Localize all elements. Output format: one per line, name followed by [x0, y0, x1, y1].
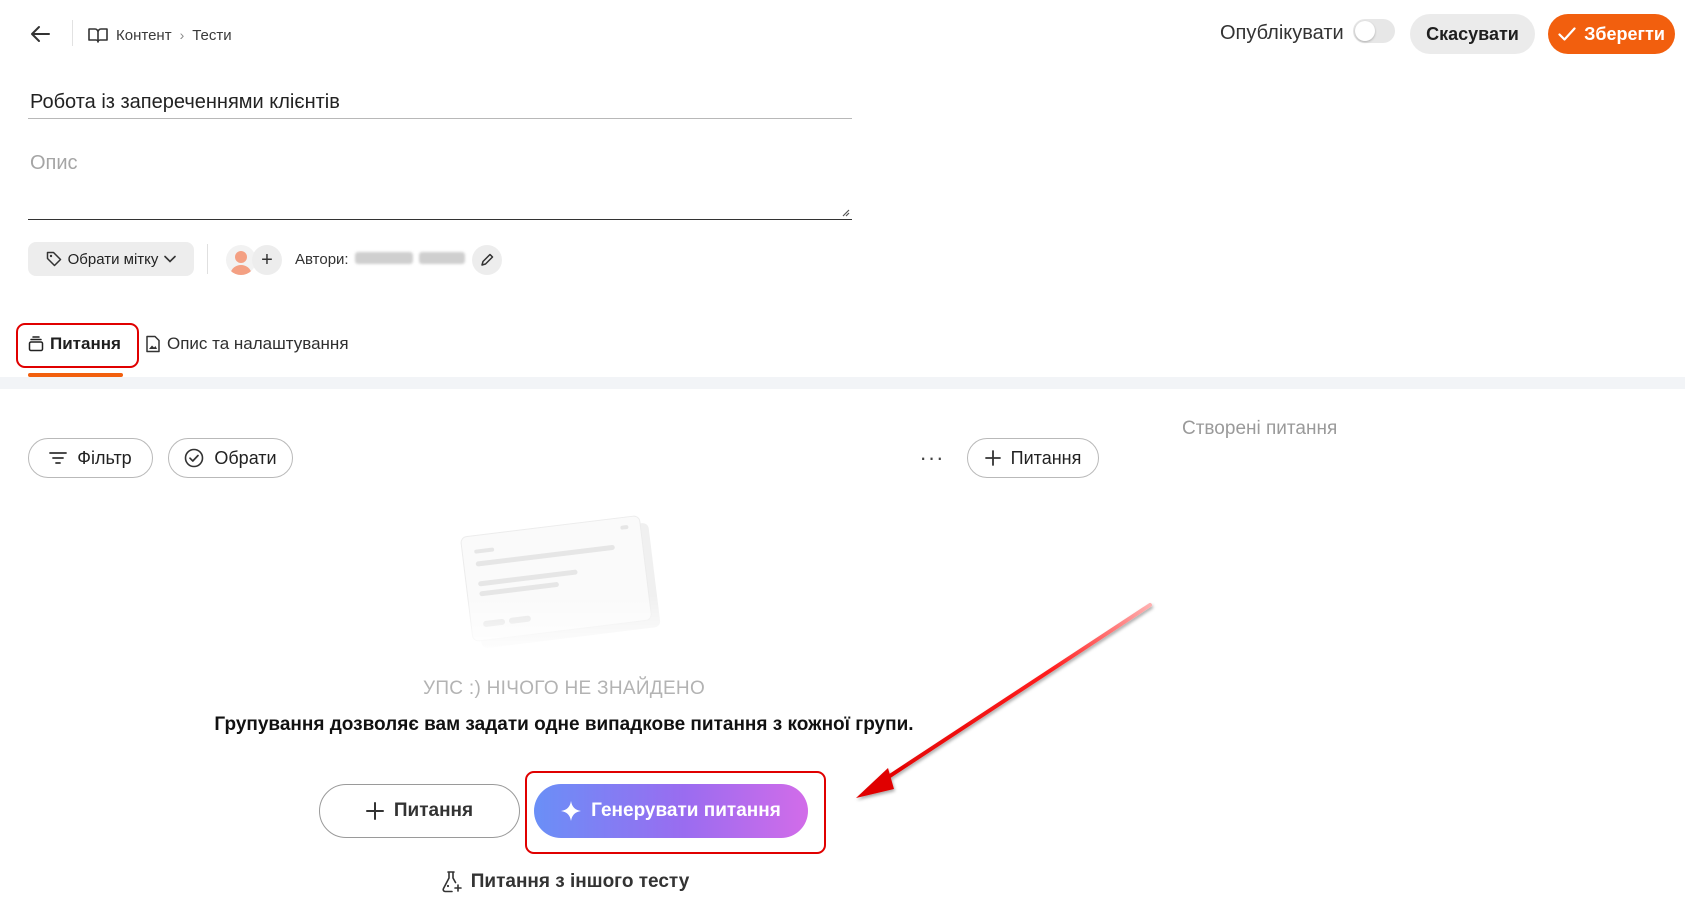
highlight-box-questions-tab: [16, 323, 139, 368]
toggle-knob: [1355, 21, 1375, 41]
select-button[interactable]: Обрати: [168, 438, 293, 478]
add-question-label: Питання: [1010, 447, 1082, 468]
arrow-left-icon: [31, 26, 50, 42]
description-input[interactable]: [28, 146, 852, 220]
save-button[interactable]: Зберегти: [1548, 14, 1675, 54]
chevron-right-icon: ›: [179, 27, 185, 43]
add-question-large-button[interactable]: Питання: [319, 784, 520, 838]
breadcrumb-content-link[interactable]: Контент: [116, 27, 172, 44]
select-tag-button[interactable]: Обрати мітку: [28, 242, 194, 276]
edit-authors-button[interactable]: [472, 245, 502, 275]
header-divider: [72, 20, 73, 46]
select-label: Обрати: [214, 447, 277, 468]
plus-icon: [984, 450, 1001, 466]
resize-grip-icon[interactable]: [840, 207, 850, 217]
tab-description-settings-label: Опис та налаштування: [167, 334, 349, 353]
from-other-test-label: Питання з іншого тесту: [470, 871, 690, 892]
more-options-icon[interactable]: ···: [915, 445, 949, 471]
tag-icon: [46, 251, 61, 267]
publish-toggle[interactable]: [1353, 19, 1395, 43]
chevron-down-icon: [164, 255, 177, 263]
annotation-arrow: [856, 603, 1152, 798]
back-button[interactable]: [26, 20, 54, 48]
select-tag-label: Обрати мітку: [67, 250, 159, 268]
empty-state-illustration: [455, 515, 675, 655]
cancel-button[interactable]: Скасувати: [1410, 14, 1535, 54]
highlight-box-generate: [525, 771, 826, 854]
breadcrumb: Контент › Тести: [88, 24, 232, 46]
book-open-icon: [88, 28, 108, 43]
checkmark-icon: [1558, 27, 1576, 41]
filter-label: Фільтр: [77, 447, 132, 468]
plus-icon: [365, 802, 384, 820]
breadcrumb-tests-link[interactable]: Тести: [192, 27, 231, 44]
meta-divider: [207, 244, 208, 274]
document-image-icon: [146, 335, 160, 353]
questions-from-other-test-link[interactable]: Питання з іншого тесту: [0, 870, 1128, 894]
authors-names-redacted: [355, 252, 465, 266]
pencil-icon: [481, 253, 494, 266]
filter-button[interactable]: Фільтр: [28, 438, 153, 478]
publish-label: Опублікувати: [1220, 22, 1344, 44]
authors-label: Автори:: [295, 251, 349, 268]
title-input[interactable]: [28, 86, 852, 119]
check-circle-icon: [185, 448, 204, 468]
add-author-button[interactable]: +: [252, 245, 282, 275]
save-button-label: Зберегти: [1584, 23, 1665, 44]
add-question-button[interactable]: Питання: [967, 438, 1099, 478]
filter-icon: [49, 452, 68, 464]
created-questions-heading: Створені питання: [1182, 418, 1338, 439]
add-question-large-label: Питання: [393, 800, 474, 821]
tab-description-settings[interactable]: Опис та налаштування: [145, 334, 349, 354]
panel-divider: [0, 377, 1685, 389]
flask-plus-icon: [442, 871, 462, 893]
